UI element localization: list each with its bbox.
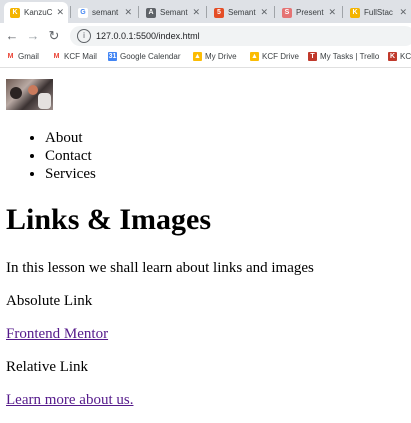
bookmark-label: KCF Mail (64, 52, 97, 61)
calendar-icon: 31 (108, 52, 117, 61)
tab-6[interactable]: K FullStac ✕ (344, 2, 411, 23)
tab-favicon-icon: K (350, 7, 360, 18)
browser-toolbar: ← → ↻ i (0, 23, 411, 49)
tab-title: Semant (228, 8, 256, 17)
close-icon[interactable]: ✕ (328, 7, 336, 18)
close-icon[interactable]: ✕ (124, 7, 132, 18)
bookmark-label: KC (400, 52, 411, 61)
bookmark-my-drive[interactable]: ▲ My Drive (193, 52, 237, 61)
kc-icon: K (388, 52, 397, 61)
gmail-icon: M (52, 52, 61, 61)
tab-separator (138, 6, 139, 18)
tab-2[interactable]: G semant ✕ (72, 2, 136, 23)
tab-favicon-icon: G (78, 7, 88, 18)
tab-favicon-icon: A (146, 7, 156, 18)
bookmark-kcf-drive[interactable]: ▲ KCF Drive (250, 52, 299, 61)
close-icon[interactable]: ✕ (260, 7, 268, 18)
bookmarks-bar: M Gmail M KCF Mail 31 Google Calendar ▲ … (0, 49, 411, 68)
tab-favicon-icon: S (282, 7, 292, 18)
relative-link-label: Relative Link (6, 359, 89, 375)
page-title: Links & Images (6, 203, 212, 236)
bookmark-label: Gmail (18, 52, 39, 61)
nav-list: About Contact Services (0, 129, 96, 183)
intro-text: In this lesson we shall learn about link… (6, 260, 314, 276)
close-icon[interactable]: ✕ (192, 7, 200, 18)
tab-4[interactable]: 5 Semant ✕ (208, 2, 272, 23)
tab-favicon-icon: 5 (214, 7, 224, 18)
tab-title: semant (92, 8, 119, 17)
bookmark-google-calendar[interactable]: 31 Google Calendar (108, 52, 180, 61)
tab-1[interactable]: K KanzuC ✕ (4, 2, 68, 23)
nav-item-services: Services (45, 165, 96, 183)
tab-3[interactable]: A Semant ✕ (140, 2, 204, 23)
bookmark-kcf-mail[interactable]: M KCF Mail (52, 52, 97, 61)
tab-title: FullStac (364, 8, 393, 17)
tab-favicon-icon: K (10, 7, 20, 18)
bookmark-label: My Drive (205, 52, 237, 61)
drive-icon: ▲ (250, 52, 259, 61)
tab-separator (70, 6, 71, 18)
back-arrow-icon[interactable]: ← (3, 27, 21, 45)
page-content: About Contact Services Links & Images In… (0, 68, 411, 423)
bookmark-trello[interactable]: T My Tasks | Trello (308, 52, 379, 61)
forward-arrow-icon[interactable]: → (24, 27, 42, 45)
trello-icon: T (308, 52, 317, 61)
bookmark-label: Google Calendar (120, 52, 181, 61)
gmail-icon: M (6, 52, 15, 61)
tab-separator (342, 6, 343, 18)
bookmark-label: My Tasks | Trello (320, 52, 380, 61)
close-icon[interactable]: ✕ (56, 7, 64, 18)
learn-more-link[interactable]: Learn more about us. (6, 391, 133, 409)
header-image (6, 79, 53, 110)
nav-item-contact: Contact (45, 147, 96, 165)
tab-strip: K KanzuC ✕ G semant ✕ A Semant ✕ 5 Seman… (0, 0, 411, 23)
absolute-link-label: Absolute Link (6, 293, 93, 309)
tab-separator (206, 6, 207, 18)
nav-item-about: About (45, 129, 96, 147)
drive-icon: ▲ (193, 52, 202, 61)
reload-icon[interactable]: ↻ (45, 27, 63, 45)
address-bar[interactable]: i (70, 26, 411, 46)
bookmark-kc[interactable]: K KC (388, 52, 411, 61)
url-input[interactable] (96, 31, 376, 41)
tab-title: Present (296, 8, 324, 17)
tab-title: KanzuC (24, 8, 53, 17)
tab-separator (274, 6, 275, 18)
tab-title: Semant (160, 8, 188, 17)
bookmark-gmail[interactable]: M Gmail (6, 52, 39, 61)
tab-5[interactable]: S Present ✕ (276, 2, 340, 23)
frontend-mentor-link[interactable]: Frontend Mentor (6, 325, 108, 343)
close-icon[interactable]: ✕ (399, 7, 407, 18)
info-icon[interactable]: i (77, 29, 91, 43)
bookmark-label: KCF Drive (262, 52, 299, 61)
